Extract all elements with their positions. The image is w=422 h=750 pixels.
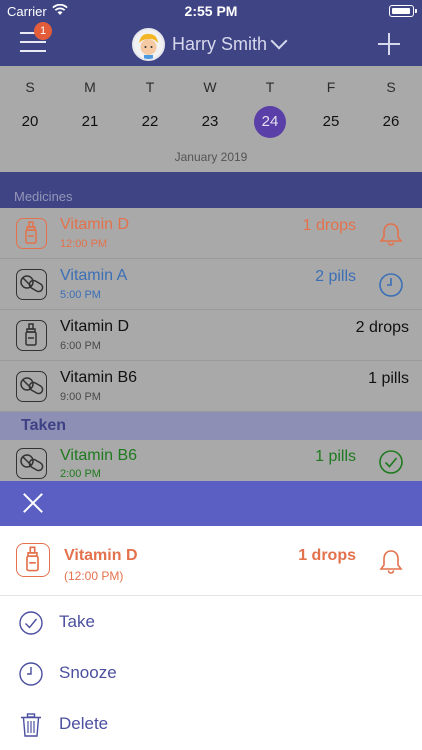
taken-row[interactable]: Vitamin B6 2:00 PM 1 pills bbox=[0, 440, 422, 481]
day-number: 22 bbox=[141, 113, 159, 130]
day-number: 26 bbox=[382, 113, 400, 130]
medicine-row[interactable]: Vitamin D 12:00 PM 1 drops bbox=[0, 208, 422, 259]
pills-icon bbox=[16, 448, 47, 479]
day-of-week: W bbox=[203, 79, 217, 95]
checkmark-circle-icon bbox=[379, 450, 403, 474]
medicine-dose: 2 pills bbox=[315, 268, 356, 285]
add-medicine-button[interactable] bbox=[378, 33, 400, 55]
medicine-dose: 1 pills bbox=[368, 370, 409, 387]
dropper-bottle-icon bbox=[16, 543, 50, 577]
section-header-taken: Taken bbox=[0, 412, 422, 440]
medicine-time: 5:00 PM bbox=[60, 289, 101, 301]
medicine-dose: 1 pills bbox=[315, 448, 356, 465]
navigation-bar: Carrier 2:55 PM 1 Harry Smith bbox=[0, 0, 422, 66]
medicine-time: 12:00 PM bbox=[60, 238, 108, 250]
notification-badge: 1 bbox=[34, 22, 52, 40]
avatar bbox=[132, 27, 165, 61]
medicine-row[interactable]: Vitamin A 5:00 PM 2 pills bbox=[0, 259, 422, 310]
take-button[interactable]: Take bbox=[0, 597, 422, 647]
checkmark-circle-icon bbox=[19, 611, 43, 635]
section-title: Medicines bbox=[14, 189, 73, 204]
pills-icon bbox=[16, 269, 47, 300]
medicine-name: Vitamin D bbox=[60, 318, 130, 335]
medicine-row[interactable]: Vitamin D 6:00 PM 2 drops bbox=[0, 310, 422, 361]
week-calendar: S 20 M 21 T 22 W 23 T 24 F 25 S 26 Janua… bbox=[0, 66, 422, 172]
pills-icon bbox=[16, 371, 47, 402]
day-number: 21 bbox=[81, 113, 99, 130]
selected-medicine-dose: 1 drops bbox=[298, 547, 356, 564]
user-name: Harry Smith bbox=[172, 33, 268, 54]
day-of-week: S bbox=[386, 79, 396, 95]
day-number: 23 bbox=[201, 113, 219, 130]
dropper-bottle-icon bbox=[16, 320, 47, 351]
medicine-time: 2:00 PM bbox=[60, 468, 101, 480]
user-switcher[interactable]: Harry Smith bbox=[132, 27, 288, 61]
avatar-face-icon bbox=[139, 33, 158, 59]
status-time: 2:55 PM bbox=[184, 3, 238, 19]
selected-medicine-name: Vitamin D bbox=[64, 547, 138, 564]
take-label: Take bbox=[59, 612, 95, 631]
medicine-row[interactable]: Vitamin B6 9:00 PM 1 pills bbox=[0, 361, 422, 412]
chevron-down-icon bbox=[270, 32, 288, 50]
snooze-button[interactable]: Snooze bbox=[0, 648, 422, 698]
clock-icon bbox=[19, 662, 43, 686]
selected-medicine: Vitamin D (12:00 PM) 1 drops bbox=[0, 526, 422, 596]
medicine-dose: 2 drops bbox=[355, 319, 409, 336]
medicine-name: Vitamin D bbox=[60, 216, 130, 233]
clock-icon bbox=[379, 273, 403, 297]
medicine-dose: 1 drops bbox=[302, 217, 356, 234]
delete-label: Delete bbox=[59, 714, 109, 733]
day-of-week: M bbox=[84, 79, 96, 95]
month-label: January 2019 bbox=[174, 150, 248, 164]
battery-icon bbox=[389, 5, 417, 17]
day-number: 24 bbox=[254, 106, 286, 138]
day-of-week: T bbox=[145, 79, 155, 95]
status-bar: Carrier 2:55 PM bbox=[0, 0, 422, 22]
action-sheet-header bbox=[0, 481, 422, 526]
action-sheet: Vitamin D (12:00 PM) 1 drops Take Snooze bbox=[0, 526, 422, 750]
close-icon[interactable] bbox=[22, 492, 44, 514]
bell-icon bbox=[379, 550, 403, 574]
selected-medicine-time: (12:00 PM) bbox=[64, 569, 124, 583]
medicine-name: Vitamin B6 bbox=[60, 447, 138, 464]
day-of-week: S bbox=[25, 79, 35, 95]
medicine-name: Vitamin B6 bbox=[60, 369, 138, 386]
app-screen: Carrier 2:55 PM 1 Harry Smith S 20 M 21 … bbox=[0, 0, 422, 750]
menu-icon-bar bbox=[20, 41, 46, 43]
day-number: 20 bbox=[21, 113, 39, 130]
bell-icon bbox=[379, 223, 403, 246]
day-number: 25 bbox=[322, 113, 340, 130]
trash-icon bbox=[21, 713, 41, 737]
day-of-week: T bbox=[265, 79, 275, 95]
medicine-name: Vitamin A bbox=[60, 267, 128, 284]
medicine-time: 6:00 PM bbox=[60, 340, 101, 352]
section-header-medicines: Medicines bbox=[0, 172, 422, 208]
medicine-time: 9:00 PM bbox=[60, 391, 101, 403]
section-title: Taken bbox=[21, 417, 67, 434]
delete-button[interactable]: Delete bbox=[0, 699, 422, 749]
snooze-label: Snooze bbox=[59, 663, 117, 682]
day-of-week: F bbox=[326, 79, 336, 95]
menu-icon-bar bbox=[20, 50, 46, 52]
dropper-bottle-icon bbox=[16, 218, 47, 249]
